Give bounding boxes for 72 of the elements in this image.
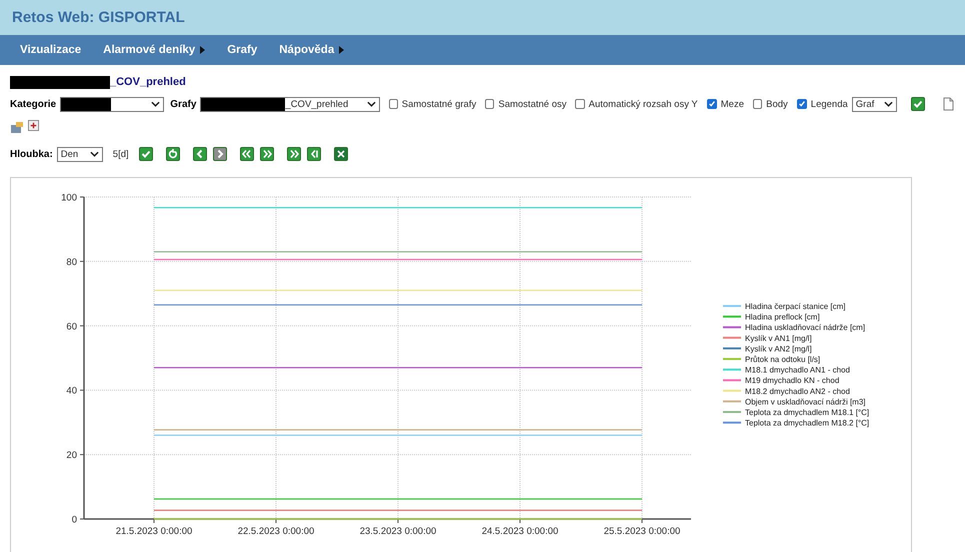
double-forward-arrow-icon[interactable] xyxy=(260,147,274,161)
axis-label: 40 xyxy=(66,386,77,397)
legend-label: Objem v uskladňovací nádrži [m3] xyxy=(745,397,866,406)
legend-label: Kyslík v AN1 [mg/l] xyxy=(745,334,812,343)
legend-label: Kyslík v AN2 [mg/l] xyxy=(745,344,812,354)
legend-swatch xyxy=(723,379,741,382)
legend-label: Hladina preflock [cm] xyxy=(745,312,820,322)
legend-label: M19 dmychadlo KN - chod xyxy=(745,376,840,386)
spreadsheet-icon[interactable] xyxy=(334,147,348,161)
axis-label: 100 xyxy=(61,192,77,204)
checkbox[interactable] xyxy=(388,99,398,109)
checkbox[interactable] xyxy=(796,99,807,109)
legend-label: Hladina čerpací stanice [cm] xyxy=(745,302,846,311)
menu-item[interactable]: Grafy xyxy=(227,44,258,56)
checkbox[interactable] xyxy=(752,99,762,109)
checkbox-label: Samostatné grafy xyxy=(402,98,476,110)
legend-label: Hladina uskladňovací nádrže [cm] xyxy=(745,323,866,332)
menu-item[interactable]: Alarmové deníky xyxy=(103,44,206,56)
app-title: Retos Web: GISPORTAL xyxy=(12,9,185,26)
checkbox[interactable] xyxy=(706,99,717,109)
axis-label: 23.5.2023 0:00:00 xyxy=(360,526,436,537)
legend-label: M18.2 dmychadlo AN2 - chod xyxy=(745,386,850,396)
depth-span: 5[d] xyxy=(112,148,129,160)
axis-label: 80 xyxy=(66,256,77,268)
chevron-down-icon xyxy=(90,151,99,157)
axis-label: 24.5.2023 0:00:00 xyxy=(482,526,558,537)
legend-swatch xyxy=(723,422,741,424)
menu-item[interactable]: Vizualizace xyxy=(20,44,82,56)
legend-swatch xyxy=(723,336,741,339)
checkbox-label: Body xyxy=(766,98,788,110)
document-icon[interactable] xyxy=(940,97,955,111)
legend-swatch xyxy=(723,326,741,328)
checkbox[interactable] xyxy=(485,99,494,109)
skip-back-icon[interactable] xyxy=(306,147,321,161)
axis-label: 22.5.2023 0:00:00 xyxy=(238,526,314,537)
axis-label: 25.5.2023 0:00:00 xyxy=(604,526,680,537)
category-select[interactable] xyxy=(60,96,164,112)
legend-swatch xyxy=(723,316,741,318)
confirm-icon[interactable] xyxy=(910,97,925,111)
axis-label: 60 xyxy=(66,321,77,332)
legend-swatch xyxy=(723,390,741,392)
axis-label: 21.5.2023 0:00:00 xyxy=(116,526,192,537)
axis-label: 0 xyxy=(72,514,77,526)
checkbox[interactable] xyxy=(575,99,585,109)
legend-label: M18.1 dmychadlo AN1 - chod xyxy=(745,366,850,375)
checkbox-label: Meze xyxy=(720,98,744,110)
folder-icon[interactable] xyxy=(10,120,24,134)
chevron-down-icon xyxy=(884,101,893,107)
menu-item[interactable]: Nápověda xyxy=(279,44,344,56)
depth-select[interactable]: Den xyxy=(56,146,103,162)
confirm-icon[interactable] xyxy=(138,147,153,161)
legend-swatch xyxy=(723,400,741,402)
field-label: Kategorie xyxy=(10,98,56,110)
add-icon[interactable] xyxy=(28,120,42,134)
legend-swatch xyxy=(723,368,741,371)
field-label: Hloubka: xyxy=(10,148,53,160)
axis-label: 20 xyxy=(66,450,77,462)
field-label: Grafy xyxy=(170,98,196,110)
checkbox-label: Automatický rozsah osy Y xyxy=(588,98,698,110)
graphs-select[interactable]: _COV_prehled xyxy=(200,96,380,112)
checkbox-label: Samostatné osy xyxy=(498,98,566,110)
refresh-icon[interactable] xyxy=(166,147,180,161)
view-select[interactable]: Graf xyxy=(852,96,897,112)
checkbox-label: Legenda xyxy=(810,98,848,110)
legend-label: Teplota za dmychadlem M18.2 [°C] xyxy=(745,418,870,428)
legend-label: Průtok na odtoku [l/s] xyxy=(745,355,820,364)
legend-swatch xyxy=(723,347,741,350)
chevron-down-icon xyxy=(151,101,160,107)
page-title: _COV_prehled xyxy=(110,76,186,88)
chevron-down-icon xyxy=(366,101,376,107)
legend-label: Teplota za dmychadlem M18.1 [°C] xyxy=(745,408,870,417)
double-forward-arrow-icon[interactable] xyxy=(286,147,301,161)
